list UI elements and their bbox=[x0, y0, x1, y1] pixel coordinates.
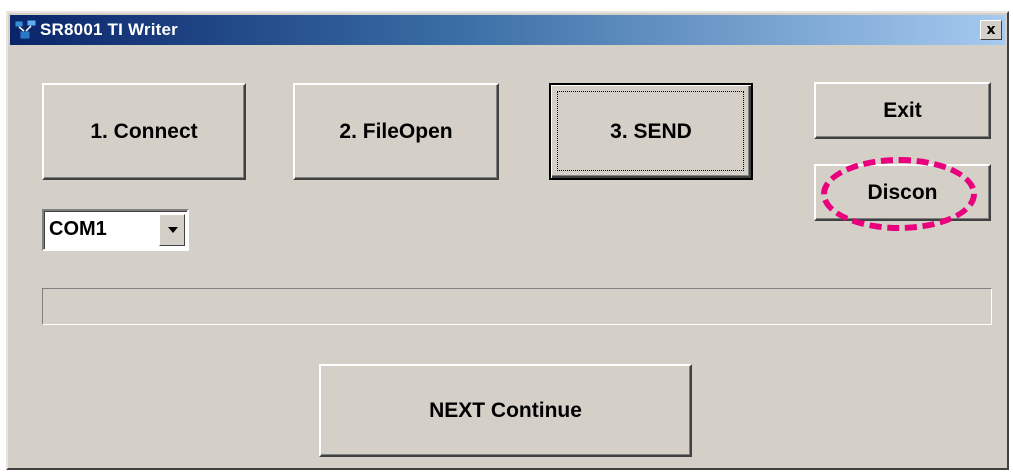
progress-bar bbox=[42, 288, 992, 325]
next-continue-button[interactable]: NEXT Continue bbox=[319, 364, 692, 457]
app-icon bbox=[14, 19, 38, 41]
app-window: SR8001 TI Writer x 1. Connect 2. FileOpe… bbox=[6, 11, 1009, 470]
com-port-value: COM1 bbox=[49, 218, 107, 240]
window-title: SR8001 TI Writer bbox=[40, 20, 178, 39]
close-icon: x bbox=[986, 22, 996, 38]
close-button[interactable]: x bbox=[980, 20, 1002, 40]
send-button[interactable]: 3. SEND bbox=[549, 83, 753, 180]
title-bar[interactable]: SR8001 TI Writer x bbox=[10, 15, 1005, 45]
chevron-down-icon bbox=[168, 227, 178, 233]
exit-button[interactable]: Exit bbox=[814, 82, 991, 139]
discon-button[interactable]: Discon bbox=[814, 164, 991, 221]
file-open-button[interactable]: 2. FileOpen bbox=[293, 83, 499, 180]
dropdown-button[interactable] bbox=[159, 214, 185, 246]
com-port-select[interactable]: COM1 bbox=[42, 209, 189, 251]
send-button-label: 3. SEND bbox=[610, 119, 692, 143]
connect-button[interactable]: 1. Connect bbox=[42, 83, 246, 180]
